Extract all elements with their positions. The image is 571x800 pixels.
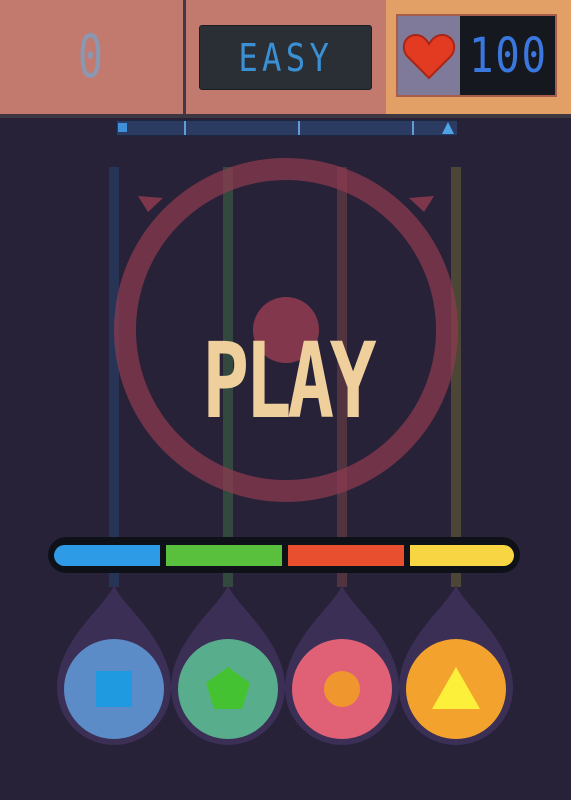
lane-button-green[interactable]: [178, 639, 278, 739]
lane-button-yellow[interactable]: [406, 639, 506, 739]
square-icon: [96, 671, 132, 707]
circle-icon: [324, 671, 360, 707]
lane-button-blue[interactable]: [64, 639, 164, 739]
triangle-icon: [432, 667, 480, 709]
pentagon-icon: [206, 667, 250, 709]
lane-button-red[interactable]: [292, 639, 392, 739]
